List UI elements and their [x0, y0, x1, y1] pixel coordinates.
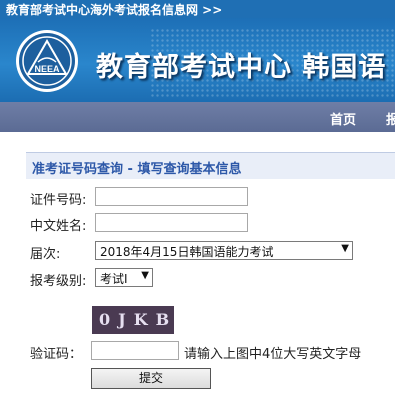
nav-bar: 首页 报 — [0, 102, 395, 132]
captcha-input[interactable] — [91, 341, 179, 360]
level-select[interactable]: 考试I ▼ — [95, 268, 153, 287]
form-heading: 准考证号码查询 - 填写查询基本信息 — [32, 162, 242, 177]
chinese-name-label: 中文姓名: — [30, 219, 87, 234]
captcha-label: 验证码： — [30, 347, 83, 362]
nav-home-link[interactable]: 首页 — [330, 109, 356, 128]
captcha-image-text: 0JKB — [99, 310, 174, 329]
level-selected-value: 考试I — [100, 272, 128, 286]
submit-button[interactable]: 提交 — [91, 368, 211, 389]
svg-text:NEEA: NEEA — [34, 64, 60, 74]
banner-title: 教育部考试中心 韩国语 — [96, 52, 387, 83]
session-selected-value: 2018年4月15日韩国语能力考试 — [100, 245, 274, 259]
chinese-name-input[interactable] — [95, 213, 248, 232]
neea-logo-icon: NEEA — [16, 30, 78, 92]
form-header: 准考证号码查询 - 填写查询基本信息 — [26, 152, 395, 179]
banner: NEEA 教育部考试中心 韩国语 — [0, 18, 395, 102]
dropdown-arrow-icon: ▼ — [141, 270, 149, 281]
nav-signup-link[interactable]: 报 — [386, 109, 395, 128]
site-link[interactable]: 教育部考试中心海外考试报名信息网 >> — [6, 1, 222, 18]
session-label: 届次: — [30, 247, 61, 262]
id-number-input[interactable] — [95, 187, 248, 206]
captcha-image[interactable]: 0JKB — [92, 306, 174, 334]
dropdown-arrow-icon: ▼ — [341, 243, 349, 254]
session-select[interactable]: 2018年4月15日韩国语能力考试 ▼ — [95, 241, 353, 260]
captcha-hint: 请输入上图中4位大写英文字母 — [184, 347, 362, 362]
top-bar: 教育部考试中心海外考试报名信息网 >> — [0, 0, 395, 18]
id-number-label: 证件号码: — [30, 193, 87, 208]
level-label: 报考级别: — [30, 274, 87, 289]
